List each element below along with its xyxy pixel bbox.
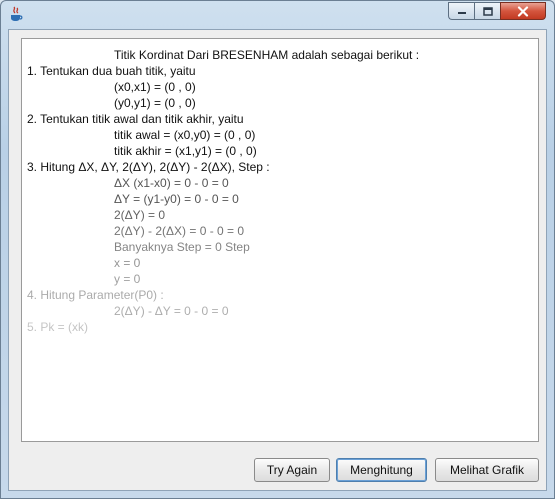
output-line: Titik Kordinat Dari BRESENHAM adalah seb…	[114, 48, 420, 62]
close-icon	[517, 5, 529, 17]
minimize-icon	[457, 12, 466, 14]
menghitung-button[interactable]: Menghitung	[336, 458, 427, 482]
maximize-icon	[482, 6, 493, 16]
app-window: Titik Kordinat Dari BRESENHAM adalah seb…	[0, 0, 555, 499]
output-line: ΔY = (y1-y0) = 0 - 0 = 0	[114, 192, 239, 206]
close-button[interactable]	[500, 2, 546, 20]
output-line: Banyaknya Step = 0 Step	[114, 240, 250, 254]
output-line: 2(ΔY) = 0	[114, 208, 166, 222]
output-textarea[interactable]: Titik Kordinat Dari BRESENHAM adalah seb…	[21, 38, 539, 442]
minimize-button[interactable]	[448, 2, 474, 20]
output-line: titik awal = (x0,y0) = (0 , 0)	[114, 128, 256, 142]
output-line: ΔX (x1-x0) = 0 - 0 = 0	[114, 176, 229, 190]
output-line: titik akhir = (x1,y1) = (0 , 0)	[114, 144, 257, 158]
output-line: x = 0	[114, 256, 141, 270]
content-panel: Titik Kordinat Dari BRESENHAM adalah seb…	[8, 29, 547, 491]
output-line: 2(ΔY) - 2(ΔX) = 0 - 0 = 0	[114, 224, 245, 238]
java-icon	[9, 6, 23, 22]
output-line: y = 0	[114, 272, 141, 286]
try-again-button[interactable]: Try Again	[254, 458, 330, 482]
output-line: 3. Hitung ΔX, ΔY, 2(ΔY), 2(ΔY) - 2(ΔX), …	[27, 160, 270, 174]
output-line: 5. Pk = (xk)	[27, 320, 89, 334]
output-line: (x0,x1) = (0 , 0)	[114, 80, 196, 94]
output-line: 2(ΔY) - ΔY = 0 - 0 = 0	[114, 304, 229, 318]
melihat-grafik-button[interactable]: Melihat Grafik	[435, 458, 539, 482]
title-bar[interactable]	[1, 1, 554, 29]
output-line: 2. Tentukan titik awal dan titik akhir, …	[27, 112, 244, 126]
output-line: 4. Hitung Parameter(P0) :	[27, 288, 164, 302]
output-line: (y0,y1) = (0 , 0)	[114, 96, 196, 110]
output-line: 1. Tentukan dua buah titik, yaitu	[27, 64, 196, 78]
maximize-button[interactable]	[474, 2, 500, 20]
